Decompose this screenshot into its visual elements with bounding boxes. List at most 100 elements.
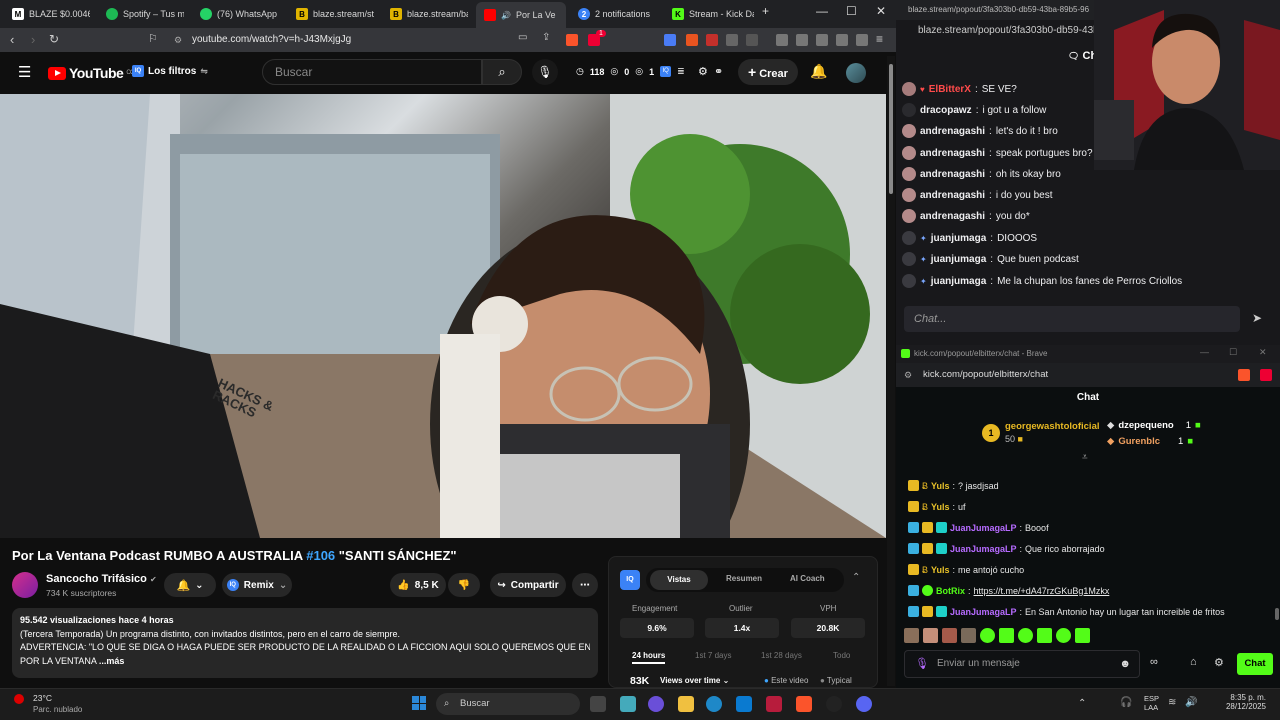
close-window-icon[interactable]: ✕ [876,4,886,18]
more-actions-button[interactable]: ⋯ [572,573,598,597]
tab-blaze-back[interactable]: Bblaze.stream/bac [382,4,468,24]
microphone-icon[interactable]: 🎙 [915,651,929,677]
blaze-chat-input[interactable]: Chat... [904,306,1240,332]
show-more-link[interactable]: ...más [99,656,125,666]
top-gifter-name[interactable]: georgewashtoloficial [1005,421,1100,432]
extension-fox-icon[interactable] [686,34,698,46]
maximize-icon[interactable]: ☐ [846,4,857,18]
extension-link-icon[interactable]: ⚭ [714,65,723,78]
send-icon[interactable]: ➤ [1252,311,1262,325]
range-7-days[interactable]: 1st 7 days [695,651,731,660]
tab-notifications[interactable]: 22 notifications [570,4,660,24]
menu-icon[interactable]: ≡ [876,32,883,46]
emote-icon[interactable] [1075,628,1090,643]
notification-bell-button[interactable]: 🔔 ⌄ [164,573,216,597]
maximize-icon[interactable]: ☐ [1229,347,1237,358]
file-explorer-icon[interactable] [678,696,694,712]
extension-icon[interactable] [746,34,758,46]
remix-button[interactable]: IQ Remix ⌄ [222,573,292,597]
vpn-icon[interactable] [856,34,868,46]
chevron-up-icon[interactable]: ⌃ [1078,698,1086,709]
audio-device-icon[interactable]: 🎧 [1120,697,1132,708]
language-indicator[interactable]: ESP LAA [1144,694,1159,712]
send-chat-button[interactable]: Chat [1237,653,1273,675]
translate-icon[interactable] [664,34,676,46]
video-player[interactable]: HACKS & RACKS [0,94,886,538]
share-button[interactable]: ↪ Compartir [490,573,566,597]
tab-blaze[interactable]: MBLAZE $0.00460 [4,4,90,24]
avatar[interactable] [846,63,866,83]
obs-icon[interactable] [826,696,842,712]
tab-youtube-active[interactable]: 🔊Por La Ve✕ [476,2,566,28]
blaze-url[interactable]: blaze.stream/popout/3fa303b0-db59-43ba [918,25,1104,36]
like-button[interactable]: 👍 8,5 K [390,573,446,597]
vidiq-icon[interactable]: IQ [660,66,672,77]
site-info-icon[interactable]: ⚙ [174,30,182,50]
close-window-icon[interactable]: ✕ [1259,347,1267,358]
views-over-time-dropdown[interactable]: Views over time ⌄ [660,676,729,685]
copilot-icon[interactable] [648,696,664,712]
range-24-hours[interactable]: 24 hours [632,651,666,664]
collapse-icon[interactable]: ⌃ [852,572,860,583]
telegram-link[interactable]: https://t.me/+dA47rzGKuBg1Mzkx [974,586,1110,596]
share-icon[interactable]: ⇪ [542,32,550,43]
leaderboard-entry[interactable]: ◆ Gurenblc 1 ■ [1107,436,1193,447]
bell-icon[interactable]: 🔔 [810,63,827,80]
url-field[interactable]: ⚙ youtube.com/watch?v=h-J43MxjgJg [168,30,578,50]
start-button[interactable] [412,696,426,710]
new-tab-icon[interactable]: + [762,4,769,18]
extension-settings-icon[interactable]: ⚙ [698,65,708,78]
brave-shield-icon[interactable] [1238,369,1250,381]
kick-chat-input[interactable]: 🎙 Enviar un mensaje ☻ [904,650,1140,678]
settings-icon[interactable]: ⚙ [1214,656,1224,669]
reload-icon[interactable]: ↻ [49,32,59,46]
emote-icon[interactable] [904,628,919,643]
minimize-icon[interactable]: — [816,4,828,18]
store-icon[interactable] [736,696,752,712]
tab-ai-coach[interactable]: AI Coach [790,574,825,583]
brave-rewards-icon[interactable] [1260,369,1272,381]
scrollbar-thumb[interactable] [889,64,893,194]
emote-icon[interactable] [999,628,1014,643]
extension-m-icon[interactable] [706,34,718,46]
weather-temp[interactable]: 23°C [33,693,52,703]
taskbar-search[interactable]: ⌕ Buscar [436,693,580,715]
tab-whatsapp[interactable]: (76) WhatsApp [192,4,278,24]
forward-icon[interactable]: › [31,32,35,47]
channel-avatar[interactable] [12,572,38,598]
media-icon[interactable] [776,34,788,46]
emote-icon[interactable] [1037,628,1052,643]
filters-button[interactable]: IQ Los filtros ⇋ [132,65,208,77]
leaderboard-entry[interactable]: ◆ dzepequeno 1 ■ [1107,420,1201,431]
dislike-button[interactable]: 👎 [448,573,480,597]
volume-icon[interactable]: 🔊 [1185,697,1197,708]
back-icon[interactable]: ‹ [10,32,14,47]
list-icon[interactable]: ≣ [677,66,685,77]
wifi-icon[interactable]: ≋ [1168,697,1176,708]
extension-puzzle-icon[interactable] [726,34,738,46]
voice-search-button[interactable]: 🎙 [532,59,558,85]
edge-icon[interactable] [706,696,722,712]
emoji-icon[interactable]: ☻ [1119,651,1131,677]
range-todo[interactable]: Todo [833,651,850,660]
hamburger-menu-icon[interactable]: ☰ [18,63,31,81]
tab-blaze-stream[interactable]: Bblaze.stream/stre [288,4,374,24]
leo-icon[interactable] [836,34,848,46]
channel-name[interactable]: Sancocho Trifásico ✔ [46,573,157,585]
app-icon[interactable] [766,696,782,712]
kick-scrollbar-thumb[interactable] [1275,608,1279,620]
emote-icon[interactable] [980,628,995,643]
emote-icon[interactable] [1018,628,1033,643]
brave-icon[interactable] [796,696,812,712]
bookmark-icon[interactable]: ⚐ [148,32,158,45]
emote-icon[interactable] [1056,628,1071,643]
clock[interactable]: 8:35 p. m. 28/12/2025 [1212,693,1266,711]
brave-shield-icon[interactable] [566,34,578,46]
search-input[interactable]: Buscar [262,59,482,85]
emote-icon[interactable] [923,628,938,643]
discord-icon[interactable] [856,696,872,712]
emote-icon[interactable] [961,628,976,643]
kick-url[interactable]: ⚙ kick.com/popout/elbitterx/chat [896,363,1280,387]
sidebar-icon[interactable] [796,34,808,46]
tab-resumen[interactable]: Resumen [726,574,762,583]
